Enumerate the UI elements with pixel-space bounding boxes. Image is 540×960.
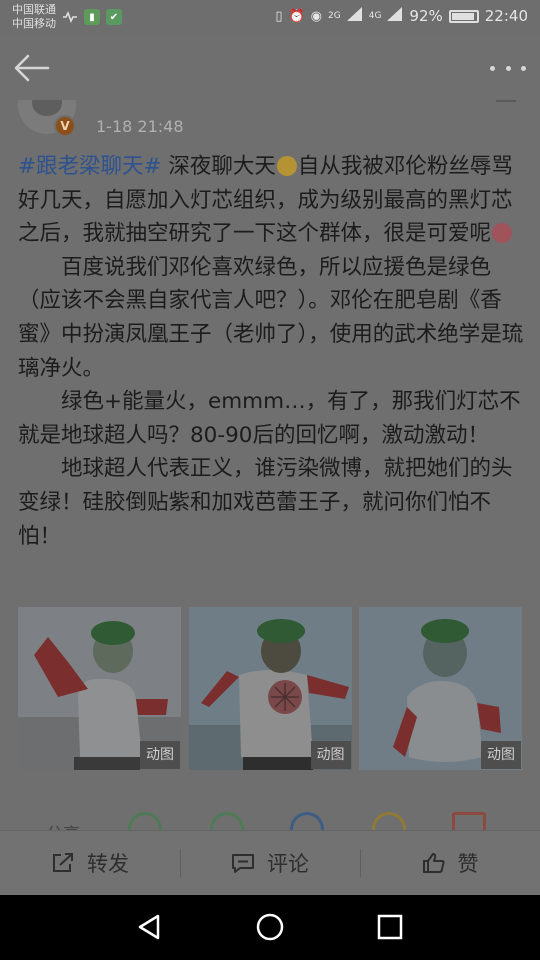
verified-badge: V — [54, 115, 76, 137]
battery-percent: 92% — [409, 7, 443, 25]
shield-icon: ✔ — [106, 9, 122, 25]
repost-button[interactable]: 转发 — [0, 831, 180, 895]
post-detail: V ▀▀▀▀▀▀▀▀ 1-18 21:48 #跟老梁聊天# 深夜聊大天自从我被邓… — [0, 100, 540, 830]
status-bar: 中国联通 中国移动 ▮ ✔ ▯ ⏰ ◉ 2G 4G 92% 22:40 — [0, 0, 540, 36]
comment-icon — [232, 854, 254, 873]
more-dot-icon — [521, 65, 526, 71]
share-label: 分享 — [46, 820, 80, 830]
eye-icon: ◉ — [310, 8, 323, 24]
grin-emoji-icon — [276, 156, 297, 176]
carrier-info: 中国联通 中国移动 — [12, 3, 56, 31]
circle-home-icon — [256, 913, 284, 941]
repost-icon — [53, 853, 73, 872]
paragraph-4: 地球超人代表正义，谁污染微博，就把她们的头变绿！硅胶倒贴紫和加戏芭蕾王子，就问你… — [18, 456, 513, 549]
text-segment: 深夜聊大天 — [168, 154, 276, 179]
paragraph-1: #跟老梁聊天# 深夜聊大天 自从我被邓伦粉丝辱骂好几天，自愿加入灯芯组织，成为级别… — [18, 150, 526, 251]
notification-icons: ▮ ✔ — [62, 9, 122, 25]
more-dot-icon — [505, 65, 511, 71]
paragraph-3: 绿色+能量火，emmm…，有了，那我们灯芯不就是地球超人吗？80-90后的回忆啊… — [18, 389, 521, 448]
gif-badge: 动图 — [481, 741, 521, 769]
like-label: 赞 — [457, 852, 479, 876]
gif-thumbnail[interactable]: 动图 — [18, 607, 181, 770]
gif-badge: 动图 — [140, 741, 180, 769]
nav-home-button[interactable] — [254, 911, 286, 943]
carrier-1: 中国联通 — [12, 3, 56, 16]
signal-icon-2 — [387, 7, 403, 25]
status-right: ▯ ⏰ ◉ 2G 4G 92% 22:40 — [275, 7, 528, 25]
back-button[interactable] — [12, 50, 52, 86]
carrier-2: 中国移动 — [12, 17, 56, 30]
more-options-button[interactable] — [490, 56, 526, 80]
share-row: 分享 — [0, 806, 540, 830]
clock: 22:40 — [484, 7, 528, 25]
qzone-share-icon[interactable] — [372, 812, 406, 830]
gif-badge: 动图 — [310, 741, 351, 769]
comment-label: 评论 — [267, 852, 309, 876]
moments-share-icon[interactable] — [210, 812, 244, 830]
back-arrow-icon — [14, 54, 50, 82]
paragraph-2: 百度说我们邓伦喜欢绿色，所以应援色是绿色（应该不会黑自家代言人吧？）。邓伦在肥皂… — [18, 254, 524, 381]
kiss-emoji-icon — [492, 223, 513, 244]
author-name-clipped: ▀▀▀▀▀▀▀▀ — [96, 100, 239, 104]
post-body: #跟老梁聊天# 深夜聊大天 自从我被邓伦粉丝辱骂好几天，自愿加入灯芯组织，成为级别… — [18, 150, 526, 553]
nav-recents-button[interactable] — [374, 911, 406, 943]
app-notification-icon: ▮ — [84, 9, 100, 25]
image-gallery: 动图 动图 动图 — [18, 607, 522, 770]
post-time: 1-18 21:48 — [96, 117, 184, 136]
save-image-share-icon[interactable] — [452, 812, 486, 830]
system-navigation-bar — [0, 895, 540, 960]
more-dot-icon — [490, 65, 495, 71]
square-recents-icon — [377, 914, 403, 940]
signal-icon-1 — [346, 7, 363, 25]
network-type-1: 2G — [328, 11, 341, 21]
bookmark-icon[interactable] — [496, 100, 516, 102]
heartbeat-icon — [62, 9, 78, 25]
qq-share-icon[interactable] — [290, 812, 324, 830]
triangle-back-icon — [138, 914, 160, 940]
comment-button[interactable]: 评论 — [180, 831, 360, 895]
network-type-2: 4G — [368, 11, 382, 21]
thumbs-up-icon — [422, 853, 445, 873]
wechat-share-icon[interactable] — [128, 812, 162, 830]
top-nav-bar — [0, 36, 540, 100]
battery-icon — [448, 9, 479, 23]
nav-back-button[interactable] — [134, 911, 166, 943]
gif-thumbnail[interactable]: 动图 — [188, 607, 352, 770]
hashtag-link[interactable]: #跟老梁聊天# — [18, 154, 162, 179]
gif-thumbnail[interactable]: 动图 — [359, 607, 522, 770]
post-action-bar: 转发 评论 赞 — [0, 830, 540, 895]
alarm-icon: ⏰ — [288, 8, 305, 24]
like-button[interactable]: 赞 — [360, 831, 540, 895]
vibrate-icon: ▯ — [275, 8, 283, 24]
repost-label: 转发 — [87, 852, 129, 876]
